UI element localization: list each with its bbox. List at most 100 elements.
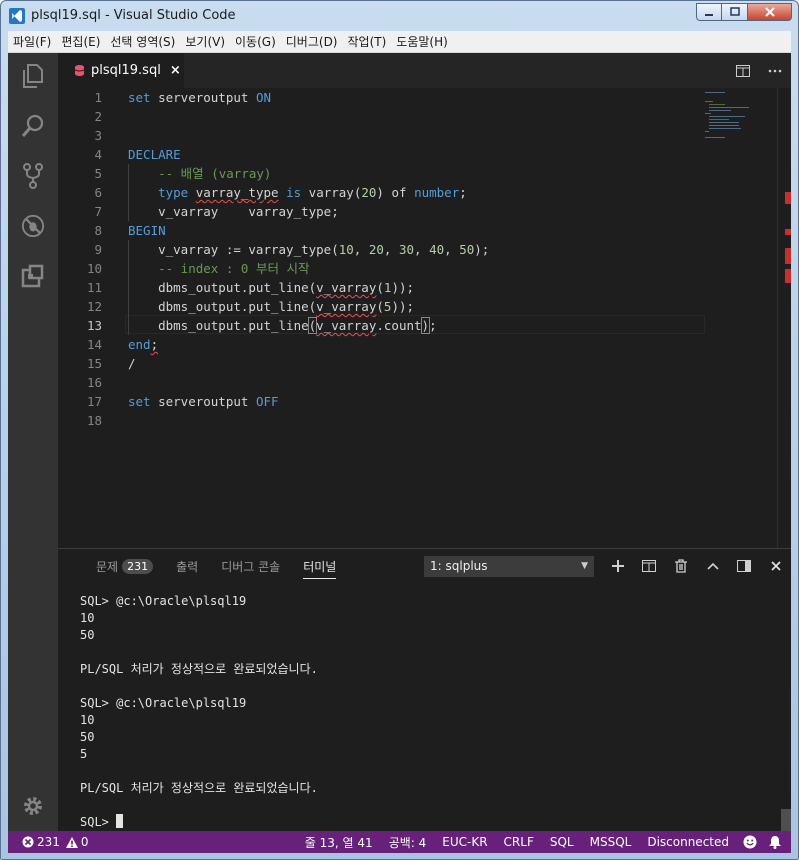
menu-edit[interactable]: 편집(E) [56, 32, 105, 52]
editor-tab-bar: plsql19.sql × [58, 53, 791, 88]
search-icon[interactable] [21, 114, 45, 138]
debug-icon[interactable] [21, 214, 45, 238]
title-bar: plsql19.sql - Visual Studio Code [1, 1, 798, 31]
menu-file[interactable]: 파일(F) [8, 32, 56, 52]
connection-type[interactable]: MSSQL [582, 835, 640, 849]
error-marker [785, 229, 791, 235]
editor-scrollbar[interactable] [777, 88, 791, 548]
menu-view[interactable]: 보기(V) [180, 32, 230, 52]
error-marker [785, 269, 791, 283]
code-line: DECLARE [128, 147, 181, 162]
code-line: BEGIN [128, 223, 166, 238]
code-line: dbms_output.put_line(v_varray(5)); [128, 299, 415, 314]
close-panel-icon[interactable] [767, 557, 785, 575]
vscode-window: plsql19.sql × 1 2 3 4 5 6 7 8 9 10 11 12… [8, 53, 791, 853]
line-ending[interactable]: CRLF [496, 835, 542, 849]
menu-bar: 파일(F) 편집(E) 선택 영역(S) 보기(V) 이동(G) 디버그(D) … [8, 31, 791, 53]
minimize-icon [705, 14, 713, 16]
explorer-icon[interactable] [21, 64, 45, 88]
editor-tab[interactable]: plsql19.sql × [58, 53, 184, 88]
settings-gear-icon[interactable] [21, 794, 45, 818]
cursor-position[interactable]: 줄 13, 열 41 [297, 834, 381, 851]
minimap-line [709, 125, 739, 126]
line-number: 8 [94, 223, 102, 238]
terminal-line: 10 [80, 611, 95, 625]
line-number: 6 [94, 185, 102, 200]
terminal-output[interactable]: SQL> @c:\Oracle\plsql19 10 50 PL/SQL 처리가… [80, 593, 770, 831]
source-control-icon[interactable] [21, 163, 45, 189]
maximize-button[interactable] [722, 3, 748, 21]
menu-go[interactable]: 이동(G) [230, 32, 281, 52]
line-number: 16 [86, 375, 102, 390]
extensions-icon[interactable] [21, 264, 45, 288]
code-line: v_varray varray_type; [128, 204, 339, 219]
terminal-cursor [116, 814, 124, 828]
new-terminal-icon[interactable] [609, 557, 627, 575]
menu-debug[interactable]: 디버그(D) [281, 32, 343, 52]
trash-icon[interactable] [672, 557, 690, 575]
line-number: 17 [86, 394, 102, 409]
code-line: set serveroutput OFF [128, 394, 279, 409]
chevron-up-icon[interactable] [704, 557, 722, 575]
warning-icon [65, 836, 78, 848]
terminal-select[interactable]: 1: sqlplus ▼ [424, 556, 594, 577]
close-icon [764, 7, 775, 17]
terminal-line: PL/SQL 처리가 정상적으로 완료되었습니다. [80, 781, 318, 795]
minimap-line [709, 128, 741, 129]
terminal-line: 50 [80, 730, 95, 744]
terminal-line: SQL> @c:\Oracle\plsql19 [80, 594, 247, 608]
line-number: 2 [94, 109, 102, 124]
minimap-line [705, 92, 725, 93]
split-editor-icon[interactable] [727, 53, 759, 88]
terminal-scrollbar-thumb[interactable] [781, 809, 791, 831]
notification-bell-icon[interactable] [763, 835, 791, 849]
tab-debug-console[interactable]: 디버그 콘솔 [221, 549, 280, 583]
tab-close-button[interactable]: × [170, 63, 181, 78]
menu-help[interactable]: 도움말(H) [391, 32, 453, 52]
database-file-icon [74, 65, 85, 76]
error-marker [785, 192, 791, 204]
indentation[interactable]: 공백: 4 [381, 834, 435, 851]
close-window-button[interactable] [748, 3, 792, 21]
feedback-smiley-icon[interactable] [737, 835, 763, 849]
code-line: end; [128, 337, 159, 352]
menu-tasks[interactable]: 작업(T) [343, 32, 392, 52]
language-mode[interactable]: SQL [542, 835, 582, 849]
code-line: dbms_output.put_line(v_varray(1)); [128, 280, 415, 295]
toggle-panel-icon[interactable] [735, 557, 753, 575]
encoding[interactable]: EUC-KR [434, 835, 495, 849]
connection-status[interactable]: Disconnected [639, 835, 737, 849]
more-actions-icon[interactable] [759, 53, 791, 88]
code-line: -- index : 0 부터 시작 [158, 261, 310, 276]
status-bar: 231 0 줄 13, 열 41 공백: 4 EUC-KR CRLF SQL M… [8, 831, 791, 853]
minimap[interactable] [702, 88, 782, 548]
maximize-icon [729, 7, 740, 16]
code-line: / [128, 356, 136, 371]
line-number: 12 [86, 299, 102, 314]
bottom-panel: 문제 231 출력 디버그 콘솔 터미널 1: sqlplus ▼ SQL> @… [58, 548, 791, 831]
tab-output[interactable]: 출력 [176, 549, 198, 583]
tab-problems[interactable]: 문제 231 [96, 549, 154, 583]
window-controls [696, 3, 792, 21]
error-icon [22, 836, 34, 848]
minimap-line [709, 122, 739, 123]
terminal-line: 50 [80, 628, 95, 642]
line-number: 18 [86, 413, 102, 428]
code-editor[interactable]: 1 2 3 4 5 6 7 8 9 10 11 12 13 14 15 16 1… [58, 88, 791, 548]
tab-terminal[interactable]: 터미널 [303, 555, 337, 579]
split-terminal-icon[interactable] [640, 557, 658, 575]
problems-status[interactable]: 231 0 [8, 835, 89, 849]
vscode-app-icon [9, 8, 25, 24]
minimize-button[interactable] [696, 3, 722, 21]
window-frame: plsql19.sql - Visual Studio Code 파일(F) 편… [0, 0, 799, 860]
menu-selection[interactable]: 선택 영역(S) [105, 32, 180, 52]
minimap-line [709, 110, 731, 111]
tab-problems-label: 문제 [96, 559, 119, 574]
terminal-select-value: 1: sqlplus [430, 559, 488, 573]
line-number: 15 [86, 356, 102, 371]
problems-count-badge: 231 [122, 558, 154, 574]
